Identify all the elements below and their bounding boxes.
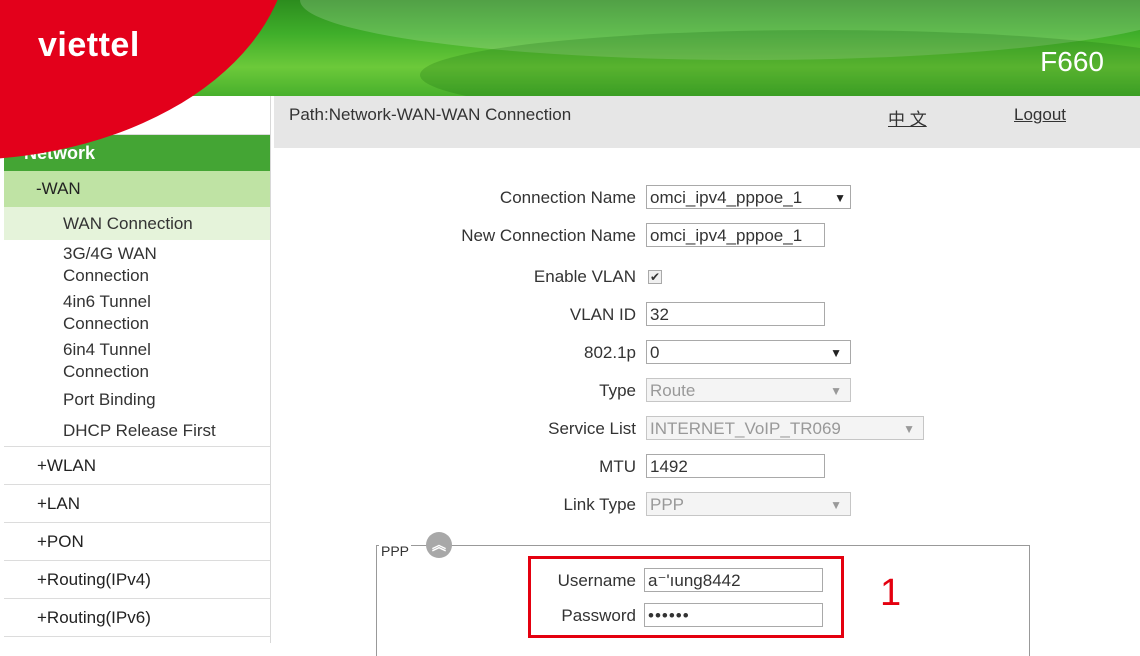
mtu-input[interactable]: 1492: [646, 454, 825, 478]
dropdown-arrow-icon: ▼: [903, 422, 915, 436]
new-connection-name-label: New Connection Name: [461, 226, 636, 245]
type-select[interactable]: Route ▼: [646, 378, 851, 402]
form-row-enable-vlan: Enable VLAN ✔: [0, 264, 1140, 290]
sidebar: Status -Network -WAN WAN Connection 3G/4…: [0, 96, 271, 643]
ppp-legend: PPP: [379, 543, 412, 559]
dropdown-arrow-icon: ▼: [832, 186, 846, 208]
type-value: Route: [650, 381, 696, 400]
highlight-frame: [528, 556, 844, 638]
link-type-select[interactable]: PPP ▼: [646, 492, 851, 516]
priority-value: 0: [650, 343, 660, 362]
type-label: Type: [599, 381, 636, 400]
enable-vlan-checkbox[interactable]: ✔: [648, 270, 662, 284]
form-row-8021p: 802.1p 0 ▼: [0, 340, 1140, 366]
logout-link[interactable]: Logout: [1014, 105, 1066, 125]
path-bar: Path:Network-WAN-WAN Connection 中 文 Logo…: [274, 96, 1140, 148]
language-link[interactable]: 中 文: [888, 105, 927, 130]
viettel-logo: viettel: [38, 26, 140, 64]
connection-name-value: omci_ipv4_pppoe_1: [650, 188, 803, 207]
enable-vlan-label: Enable VLAN: [533, 267, 636, 286]
dropdown-arrow-icon: ▼: [830, 384, 842, 398]
device-model: F660: [1040, 46, 1104, 77]
service-list-select[interactable]: INTERNET_VoIP_TR069 ▼: [646, 416, 924, 440]
form-row-type: Type Route ▼: [0, 378, 1140, 404]
annotation-number: 1: [880, 572, 902, 614]
mtu-label: MTU: [599, 457, 636, 476]
connection-name-label: Connection Name: [499, 188, 636, 207]
form-row-connection-name: Connection Name omci_ipv4_pppoe_1 ▼: [0, 185, 1140, 211]
service-list-label: Service List: [548, 419, 636, 438]
form-row-vlan-id: VLAN ID 32: [0, 302, 1140, 328]
form-row-link-type: Link Type PPP ▼: [0, 492, 1140, 518]
breadcrumb: Path:Network-WAN-WAN Connection: [289, 105, 572, 124]
form-row-mtu: MTU 1492: [0, 454, 1140, 480]
form-row-new-connection-name: New Connection Name omci_ipv4_pppoe_1: [0, 223, 1140, 249]
link-type-value: PPP: [650, 495, 685, 514]
service-list-value: INTERNET_VoIP_TR069: [650, 419, 841, 438]
connection-name-select[interactable]: omci_ipv4_pppoe_1 ▼: [646, 185, 851, 209]
collapse-up-icon[interactable]: ︽: [426, 532, 452, 558]
dropdown-arrow-icon: ▼: [830, 346, 842, 360]
vlan-id-input[interactable]: 32: [646, 302, 825, 326]
vlan-id-label: VLAN ID: [569, 305, 636, 324]
form-row-service-list: Service List INTERNET_VoIP_TR069 ▼: [0, 416, 1140, 442]
link-type-label: Link Type: [563, 495, 636, 514]
new-connection-name-input[interactable]: omci_ipv4_pppoe_1: [646, 223, 825, 247]
sidebar-item-pon[interactable]: +PON: [4, 523, 270, 561]
priority-label: 802.1p: [584, 343, 636, 362]
dropdown-arrow-icon: ▼: [830, 498, 842, 512]
priority-select[interactable]: 0 ▼: [646, 340, 851, 364]
